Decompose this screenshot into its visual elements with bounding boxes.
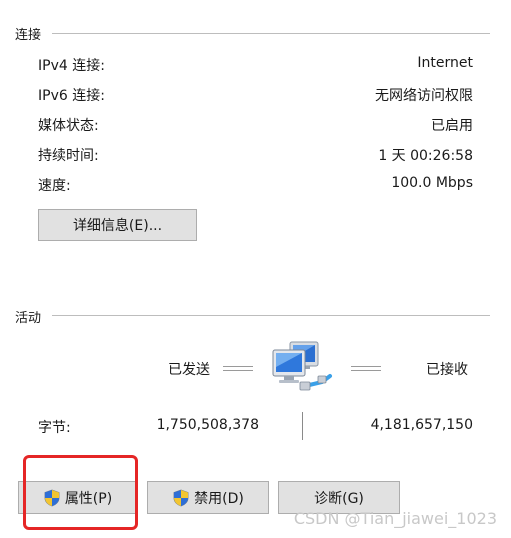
bytes-sent-value: 1,750,508,378 (156, 417, 259, 433)
disable-button[interactable]: 禁用(D) (147, 481, 269, 514)
ipv4-label: IPv4 连接: (38, 58, 105, 74)
received-line (351, 366, 381, 371)
activity-divider (52, 315, 490, 316)
highlight-box (23, 455, 138, 530)
activity-section-title: 活动 (15, 311, 42, 326)
duration-label: 持续时间: (38, 148, 99, 164)
connection-divider (52, 33, 490, 34)
speed-value: 100.0 Mbps (391, 175, 473, 191)
sent-label: 已发送 (168, 362, 210, 378)
bytes-received-value: 4,181,657,150 (370, 417, 473, 433)
sent-line (223, 366, 253, 371)
watermark-text: CSDN @Tian_jiawei_1023 (293, 509, 497, 528)
media-state-value: 已启用 (431, 118, 473, 134)
ipv6-label: IPv6 连接: (38, 88, 105, 104)
disable-button-label: 禁用(D) (194, 490, 244, 507)
bytes-label: 字节: (38, 420, 71, 436)
bytes-separator (302, 412, 303, 440)
speed-label: 速度: (38, 178, 71, 194)
network-computers-icon (270, 338, 338, 398)
connection-section-title: 连接 (15, 28, 42, 43)
received-label: 已接收 (426, 362, 468, 378)
uac-shield-icon (172, 489, 190, 507)
duration-value: 1 天 00:26:58 (378, 148, 473, 164)
details-button-label: 详细信息(E)... (72, 218, 163, 234)
details-button[interactable]: 详细信息(E)... (38, 209, 197, 241)
ipv4-value: Internet (417, 55, 473, 71)
diagnose-button-label: 诊断(G) (314, 490, 364, 507)
media-state-label: 媒体状态: (38, 118, 99, 134)
ipv6-value: 无网络访问权限 (375, 88, 473, 104)
